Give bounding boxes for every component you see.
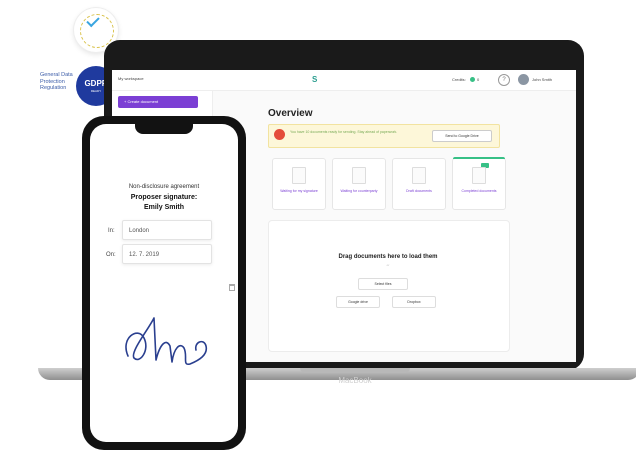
trash-icon[interactable] [229, 284, 235, 291]
document-type: Non-disclosure agreement [128, 184, 200, 190]
signature-drawing[interactable] [110, 308, 220, 378]
phone-notch [135, 124, 193, 134]
in-label: In: [108, 228, 115, 234]
card-label: Completed documents [461, 189, 497, 193]
on-label: On: [106, 252, 116, 258]
credits-value: 0 [477, 77, 480, 82]
folder-icon [412, 167, 426, 184]
card-drafts[interactable]: Draft documents [392, 158, 446, 210]
credits-indicator [470, 77, 475, 82]
date-field[interactable]: 12. 7. 2019 [122, 244, 212, 264]
location-field[interactable]: London [122, 220, 212, 240]
drop-title: Drag documents here to load them [338, 254, 438, 260]
drop-or: or [386, 263, 390, 267]
laptop-notch [300, 368, 410, 373]
card-waiting-counterparty[interactable]: Waiting for counterparty [332, 158, 386, 210]
workspace-selector[interactable]: My workspace [118, 76, 144, 81]
select-files-button[interactable]: Select files [358, 278, 408, 290]
google-drive-button[interactable]: Google drive [336, 296, 380, 308]
card-completed[interactable]: Completed documents [452, 157, 506, 210]
alert-icon [274, 129, 285, 140]
card-label: Waiting for my signature [280, 189, 318, 193]
document-icon [352, 167, 366, 184]
laptop-label: MacBook [338, 376, 372, 385]
credits-label: Credits: [452, 77, 466, 82]
card-label: Draft documents [406, 189, 432, 193]
card-label: Waiting for counterparty [340, 189, 378, 193]
document-icon [472, 167, 486, 184]
gdpr-note: General Data Protection Regulation [40, 72, 73, 91]
card-waiting-signature[interactable]: Waiting for my signature [272, 158, 326, 210]
dropbox-button[interactable]: Dropbox [392, 296, 436, 308]
help-icon[interactable]: ? [498, 74, 510, 86]
send-to-drive-button[interactable]: Send to Google Drive [432, 130, 492, 142]
create-document-button[interactable]: + Create document [118, 96, 198, 108]
avatar[interactable] [518, 74, 529, 85]
document-icon [292, 167, 306, 184]
proposer-label: Proposer signature: [130, 194, 198, 201]
phone-screen [90, 124, 238, 442]
active-indicator [453, 157, 505, 159]
banner-text: You have 10 documents ready for sending.… [290, 130, 398, 134]
user-name[interactable]: John Smith [532, 77, 552, 82]
app-logo[interactable]: S [312, 75, 317, 84]
page-title: Overview [268, 108, 313, 119]
proposer-name: Emily Smith [143, 204, 185, 211]
